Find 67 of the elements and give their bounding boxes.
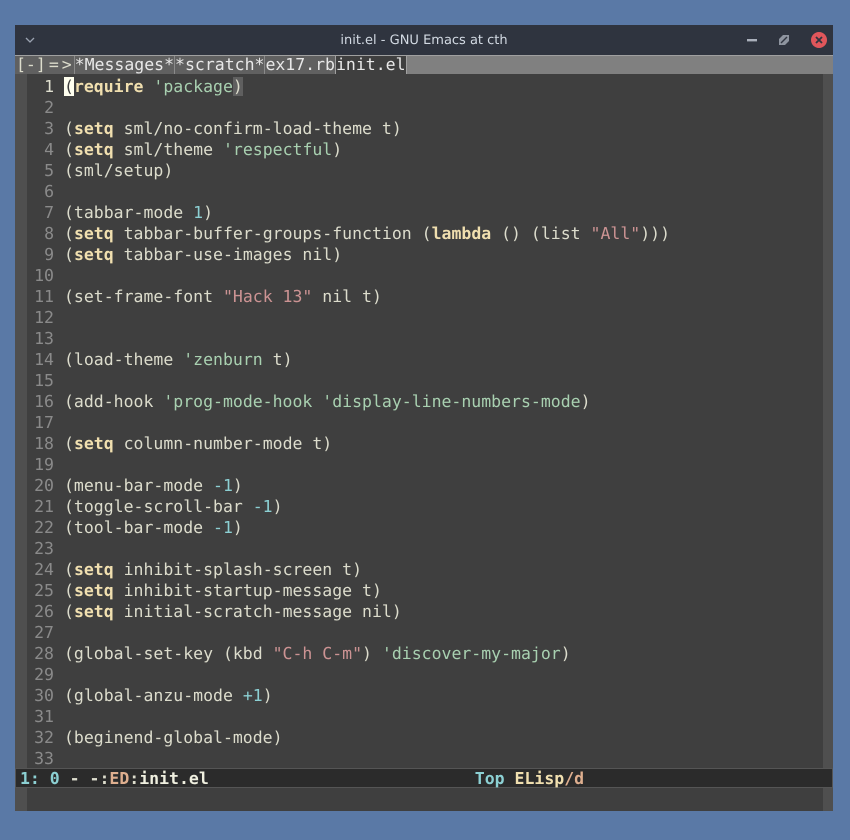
buffer-tab[interactable]: init.el <box>334 56 407 74</box>
code-line: (setq tabbar-buffer-groups-function (lambda () (list "All"))) <box>64 223 670 244</box>
line-number: 1 <box>43 76 54 97</box>
line-number: 28 <box>33 643 54 664</box>
line-number: 25 <box>33 580 54 601</box>
code-line: (require 'package) <box>64 76 243 97</box>
code-line: (set-frame-font "Hack 13" nil t) <box>64 286 382 307</box>
line-number: 3 <box>43 118 54 139</box>
code-line: (sml/setup) <box>64 160 174 181</box>
code-line: (toggle-scroll-bar -1) <box>64 496 283 517</box>
tabbar-control[interactable]: > <box>60 56 74 74</box>
minimize-icon[interactable] <box>747 38 757 42</box>
line-number: 33 <box>33 748 54 769</box>
line-number: 2 <box>43 97 54 118</box>
restore-icon[interactable] <box>779 35 789 45</box>
chevron-down-icon[interactable] <box>25 37 35 43</box>
line-number: 16 <box>33 391 54 412</box>
buffer-tab[interactable]: *Messages* <box>74 56 174 74</box>
line-number: 27 <box>33 622 54 643</box>
line-number: 22 <box>33 517 54 538</box>
code-line: (setq sml/theme 'respectful) <box>64 139 342 160</box>
code-line: (setq inhibit-splash-screen t) <box>64 559 362 580</box>
code-line: (setq inhibit-startup-message t) <box>64 580 382 601</box>
line-number: 23 <box>33 538 54 559</box>
line-number: 4 <box>43 139 54 160</box>
mode-line-mode: Top ELisp/d <box>474 768 584 788</box>
code-line: (add-hook 'prog-mode-hook 'display-line-numbers-mode) <box>64 391 591 412</box>
code-line: (setq tabbar-use-images nil) <box>64 244 342 265</box>
tabbar-control[interactable]: = <box>48 56 61 74</box>
code-line: (tool-bar-mode -1) <box>64 517 243 538</box>
code-line: (menu-bar-mode -1) <box>64 475 243 496</box>
line-number: 29 <box>33 664 54 685</box>
line-number: 19 <box>33 454 54 475</box>
line-number: 26 <box>33 601 54 622</box>
line-number: 8 <box>43 223 54 244</box>
line-number: 5 <box>43 160 54 181</box>
line-number: 30 <box>33 685 54 706</box>
code-line: (beginend-global-mode) <box>64 727 283 748</box>
code-line: (global-set-key (kbd "C-h C-m") 'discover-my-major) <box>64 643 571 664</box>
code-line: (setq initial-scratch-message nil) <box>64 601 402 622</box>
code-line: (tabbar-mode 1) <box>64 202 214 223</box>
line-number: 6 <box>43 181 54 202</box>
line-number: 11 <box>33 286 54 307</box>
line-number: 7 <box>43 202 54 223</box>
line-number: 21 <box>33 496 54 517</box>
code-line: (setq column-number-mode t) <box>64 433 332 454</box>
line-number: 10 <box>33 265 54 286</box>
line-number: 13 <box>33 328 54 349</box>
line-number: 31 <box>33 706 54 727</box>
buffer-tab[interactable]: ex17.rb <box>264 56 335 74</box>
line-number: 17 <box>33 412 54 433</box>
code-line: (load-theme 'zenburn t) <box>64 349 293 370</box>
line-number: 24 <box>33 559 54 580</box>
code-line: (global-anzu-mode +1) <box>64 685 273 706</box>
line-number: 20 <box>33 475 54 496</box>
close-icon[interactable] <box>811 32 827 48</box>
line-number: 18 <box>33 433 54 454</box>
tabbar-control[interactable]: [-] <box>15 56 48 74</box>
line-number: 32 <box>33 727 54 748</box>
line-number: 15 <box>33 370 54 391</box>
code-line: (setq sml/no-confirm-load-theme t) <box>64 118 402 139</box>
buffer-tab[interactable]: *scratch* <box>174 56 264 74</box>
mode-line-status: 1: 0 - -:ED:init.el <box>20 768 209 788</box>
line-number: 12 <box>33 307 54 328</box>
window-title: init.el - GNU Emacs at cth <box>339 32 509 48</box>
line-number: 9 <box>43 244 54 265</box>
line-number: 14 <box>33 349 54 370</box>
